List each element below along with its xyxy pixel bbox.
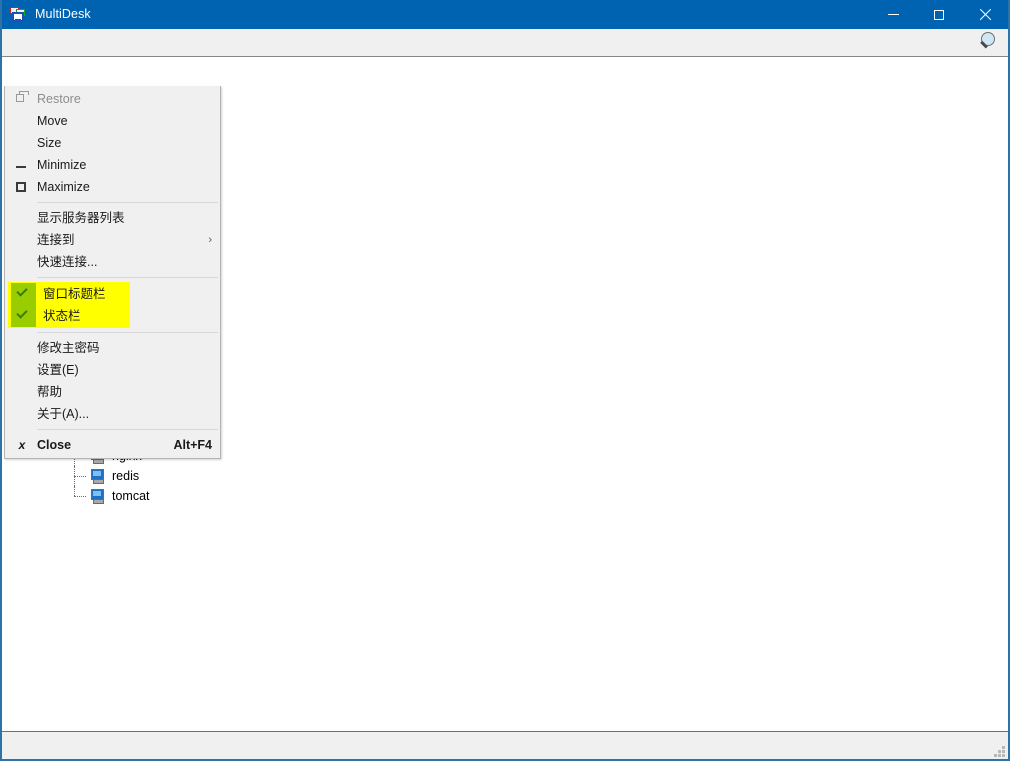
maximize-icon <box>934 10 944 20</box>
computer-icon <box>90 489 106 504</box>
maximize-icon <box>5 176 37 198</box>
menu-item-size[interactable]: Size <box>5 132 220 154</box>
window-controls <box>870 0 1008 29</box>
close-button[interactable] <box>962 0 1008 29</box>
menu-separator <box>37 202 218 203</box>
menu-separator <box>37 277 218 278</box>
toolbar <box>2 29 1008 57</box>
menu-separator <box>37 429 218 430</box>
menu-icon-slot <box>5 251 37 273</box>
application-window: MultiDesk mysql <box>0 0 1010 761</box>
menu-item-label: 修改主密码 <box>37 337 100 359</box>
menu-item-help[interactable]: 帮助 <box>5 381 220 403</box>
menu-item-minimize[interactable]: Minimize <box>5 154 220 176</box>
resize-grip[interactable] <box>992 744 1005 757</box>
menu-item-connect-to[interactable]: 连接到 › <box>5 229 220 251</box>
title-bar: MultiDesk <box>2 0 1008 29</box>
menu-icon-slot <box>5 381 37 403</box>
maximize-button[interactable] <box>916 0 962 29</box>
menu-item-label: 窗口标题栏 <box>43 283 106 305</box>
tree-node-tomcat[interactable]: tomcat <box>72 486 150 506</box>
menu-icon-slot <box>5 132 37 154</box>
menu-item-accelerator: Alt+F4 <box>173 434 212 456</box>
close-x-icon: x <box>5 434 37 456</box>
menu-icon-slot <box>5 359 37 381</box>
tree-node-label: redis <box>112 469 139 484</box>
menu-icon-slot <box>5 207 37 229</box>
menu-highlight-group: 窗口标题栏 状态栏 <box>8 282 130 328</box>
minimize-button[interactable] <box>870 0 916 29</box>
menu-item-label: 连接到 <box>37 229 75 251</box>
menu-item-label: 设置(E) <box>37 359 79 381</box>
menu-icon-slot <box>5 403 37 425</box>
menu-item-restore: Restore <box>5 88 220 110</box>
menu-item-move[interactable]: Move <box>5 110 220 132</box>
menu-icon-slot <box>5 229 37 251</box>
check-icon <box>11 283 36 305</box>
menu-item-label: 显示服务器列表 <box>37 207 125 229</box>
menu-separator <box>37 332 218 333</box>
chevron-right-icon: › <box>208 229 212 251</box>
menu-item-settings[interactable]: 设置(E) <box>5 359 220 381</box>
menu-item-label: Move <box>37 110 68 132</box>
menu-item-close[interactable]: x Close Alt+F4 <box>5 434 220 456</box>
search-icon[interactable] <box>976 30 1002 56</box>
window-title: MultiDesk <box>35 0 91 29</box>
menu-item-maximize[interactable]: Maximize <box>5 176 220 198</box>
menu-item-quick-connect[interactable]: 快速连接... <box>5 251 220 273</box>
menu-item-label: Minimize <box>37 154 86 176</box>
menu-item-status-bar[interactable]: 状态栏 <box>9 305 129 327</box>
menu-item-show-server-list[interactable]: 显示服务器列表 <box>5 207 220 229</box>
menu-item-label: 快速连接... <box>37 251 97 273</box>
status-bar <box>2 731 1008 759</box>
multidesk-windows-icon <box>10 7 26 23</box>
menu-item-label: 关于(A)... <box>37 403 89 425</box>
menu-item-label: 帮助 <box>37 381 62 403</box>
menu-item-about[interactable]: 关于(A)... <box>5 403 220 425</box>
menu-item-label: 状态栏 <box>43 305 81 327</box>
menu-item-change-master-password[interactable]: 修改主密码 <box>5 337 220 359</box>
menu-icon-slot <box>5 337 37 359</box>
menu-item-label: Size <box>37 132 61 154</box>
content-area: mysql nginx redis tomcat <box>2 57 1008 731</box>
tree-node-redis[interactable]: redis <box>72 466 150 486</box>
menu-item-label: Close <box>37 434 71 456</box>
check-icon <box>11 305 36 327</box>
system-menu[interactable]: Restore Move Size Minimize Maximize <box>4 86 221 459</box>
menu-item-label: Maximize <box>37 176 90 198</box>
menu-icon-slot <box>5 110 37 132</box>
menu-item-window-titlebar[interactable]: 窗口标题栏 <box>9 283 129 305</box>
close-icon <box>979 9 991 21</box>
computer-icon <box>90 469 106 484</box>
menu-item-label: Restore <box>37 88 81 110</box>
restore-icon <box>5 88 37 110</box>
minimize-icon <box>5 154 37 176</box>
tree-node-label: tomcat <box>112 489 150 504</box>
minimize-icon <box>888 14 899 15</box>
